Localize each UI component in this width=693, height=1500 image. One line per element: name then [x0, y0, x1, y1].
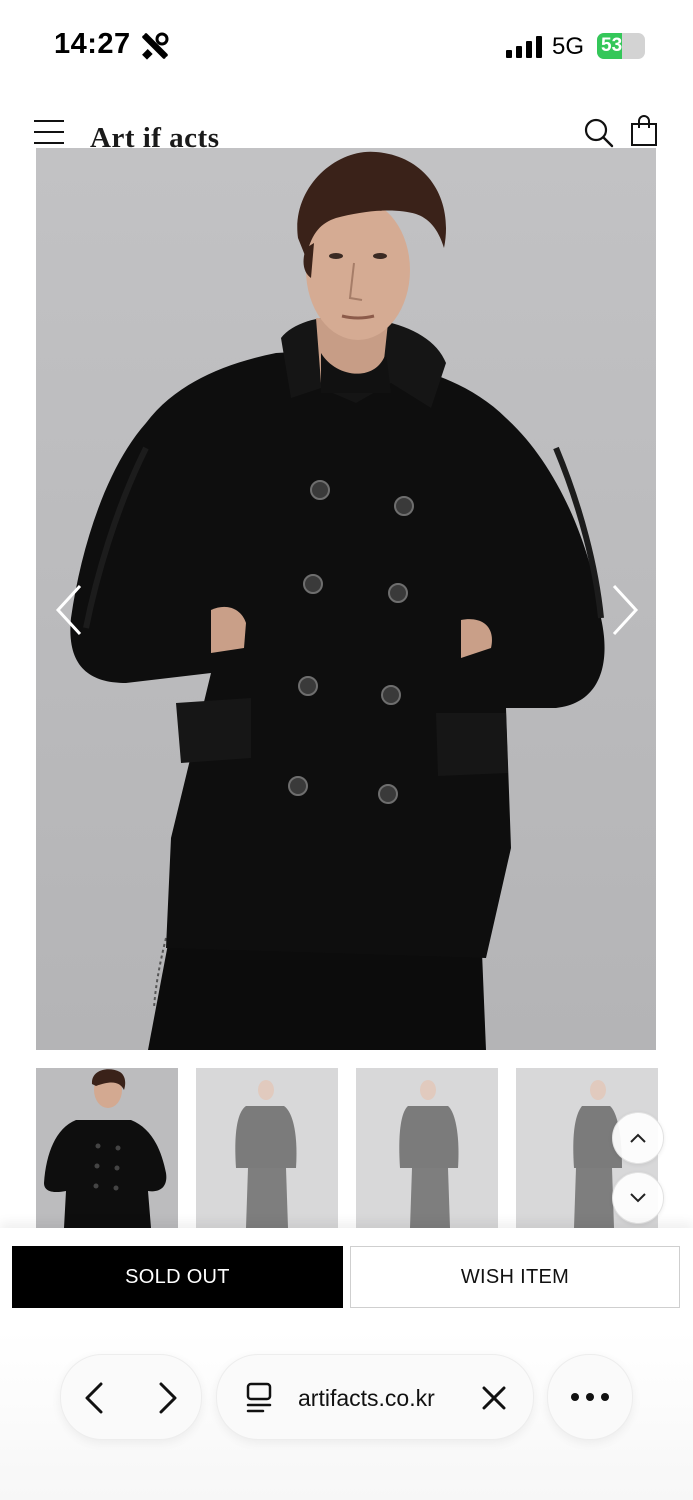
thumbnail-1[interactable]	[36, 1068, 178, 1228]
thumbnail-3[interactable]	[356, 1068, 498, 1228]
chevron-left-icon[interactable]	[50, 580, 90, 640]
scroll-bottom-button[interactable]	[612, 1172, 664, 1224]
chevron-right-icon[interactable]	[604, 580, 644, 640]
address-bar[interactable]: artifacts.co.kr	[216, 1354, 534, 1440]
navigation-pill	[60, 1354, 202, 1440]
browser-toolbar: artifacts.co.kr	[0, 1330, 693, 1500]
thumbnail-photo	[356, 1068, 498, 1228]
tools-icon	[142, 32, 169, 60]
signal-icon	[506, 36, 542, 58]
chevron-up-icon	[630, 1133, 646, 1143]
more-button[interactable]	[547, 1354, 633, 1440]
shopping-bag-icon[interactable]	[630, 115, 658, 147]
battery-level: 53	[601, 35, 623, 56]
wish-item-button[interactable]: WISH ITEM	[350, 1246, 680, 1308]
search-icon[interactable]	[583, 117, 615, 149]
thumbnail-strip	[36, 1068, 676, 1228]
site-header: Art if acts	[0, 100, 693, 154]
status-bar: 14:27 5G 53	[0, 0, 693, 95]
menu-icon[interactable]	[34, 120, 64, 150]
thumbnail-photo	[196, 1068, 338, 1228]
sold-out-button[interactable]: SOLD OUT	[12, 1246, 343, 1308]
status-time: 14:27	[54, 28, 131, 60]
thumbnail-2[interactable]	[196, 1068, 338, 1228]
thumbnail-photo	[36, 1068, 178, 1228]
purchase-action-bar: SOLD OUT WISH ITEM	[0, 1228, 693, 1338]
scroll-top-button[interactable]	[612, 1112, 664, 1164]
product-image[interactable]	[36, 148, 656, 1050]
chevron-down-icon	[630, 1193, 646, 1203]
url-text[interactable]: artifacts.co.kr	[298, 1385, 435, 1412]
more-icon	[571, 1393, 609, 1401]
back-icon[interactable]	[83, 1381, 105, 1415]
close-icon[interactable]	[481, 1385, 507, 1411]
tabs-icon[interactable]	[245, 1382, 273, 1414]
product-photo	[36, 148, 656, 1050]
battery-icon: 53	[597, 33, 645, 59]
network-type: 5G	[552, 33, 585, 60]
forward-icon[interactable]	[157, 1381, 179, 1415]
